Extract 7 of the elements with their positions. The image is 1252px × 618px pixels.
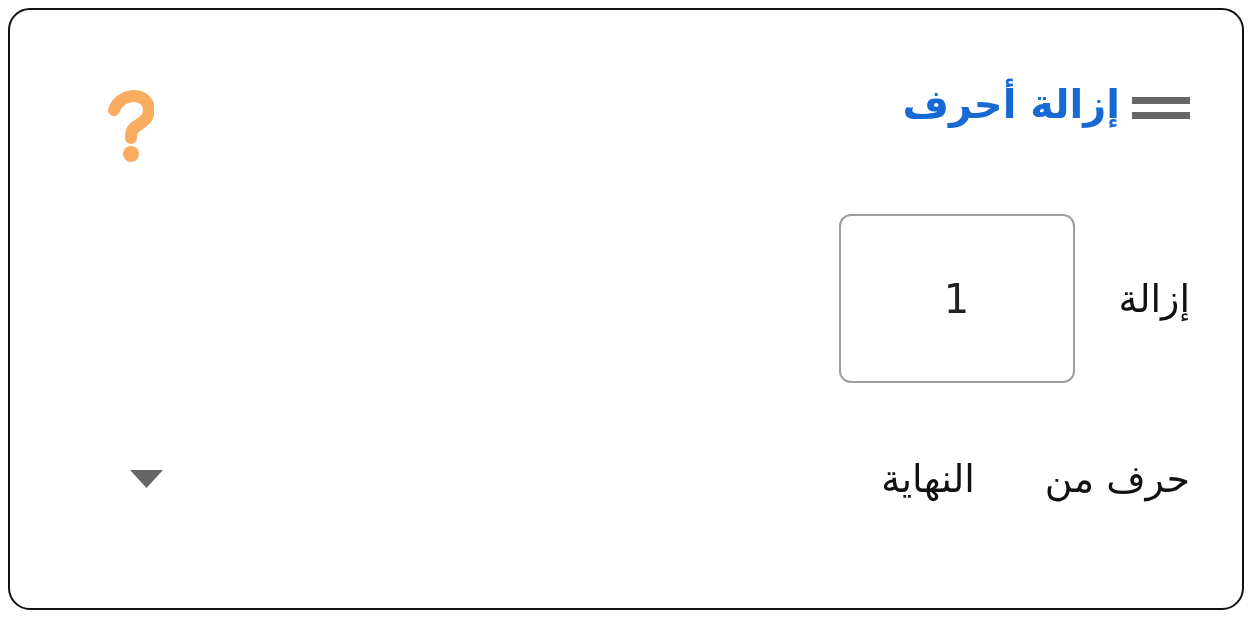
block-title: إزالة أحرف bbox=[902, 76, 1120, 132]
caret-icon bbox=[130, 470, 163, 488]
number-field[interactable]: 1 bbox=[838, 214, 1075, 383]
field-label: إزالة bbox=[1118, 275, 1190, 323]
drag-handle-icon[interactable] bbox=[1132, 97, 1190, 119]
dropdown[interactable]: النهاية bbox=[90, 451, 975, 507]
field-label: حرف من bbox=[1044, 456, 1190, 504]
